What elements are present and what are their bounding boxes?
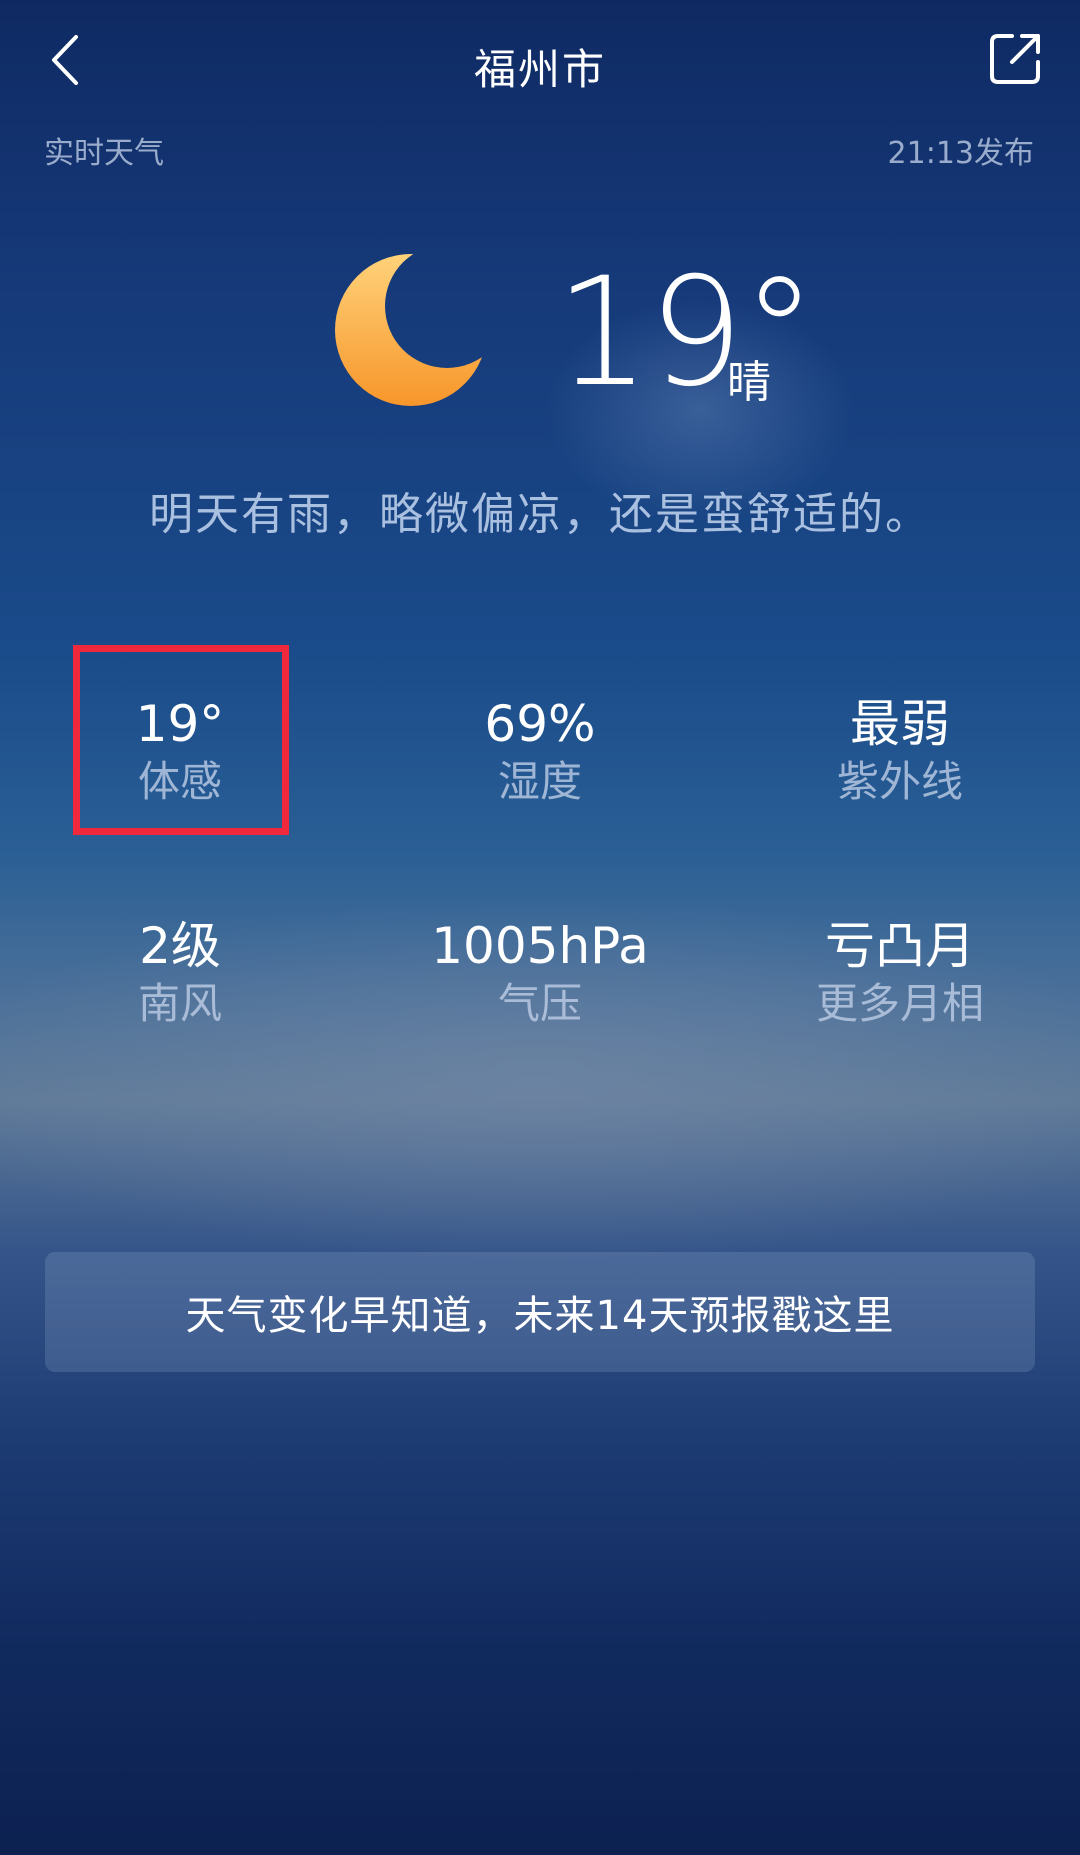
weather-condition: 晴 [727,357,771,408]
metric-value: 亏凸月 [825,917,975,975]
metric-wind: 2级 南风 [30,916,330,1032]
page-title: 福州市 [473,45,606,94]
share-button[interactable] [986,28,1050,92]
moon-icon [335,254,485,406]
metric-pressure: 1005hPa 气压 [390,916,690,1032]
realtime-weather-label: 实时天气 [44,136,164,171]
top-bar: 福州市 [0,0,1080,120]
metric-label: 南风 [137,979,222,1028]
highlight-box [73,645,289,835]
metric-label: 气压 [497,979,582,1028]
metric-label: 紫外线 [836,757,963,806]
forecast-banner-text: 天气变化早知道，未来14天预报戳这里 [185,1293,895,1339]
publish-time: 21:13发布 [887,136,1034,171]
metric-value: 2级 [139,917,221,975]
share-icon [990,34,1040,84]
weather-summary: 明天有雨，略微偏凉，还是蛮舒适的。 [149,489,931,540]
current-temperature: 19° [555,246,817,420]
metric-value: 最弱 [850,695,950,753]
metric-uv: 最弱 紫外线 [750,694,1050,810]
metric-humidity: 69% 湿度 [390,694,690,810]
metric-value: 69% [484,695,596,753]
metric-value: 1005hPa [431,917,649,975]
metric-label: 更多月相 [815,979,984,1028]
metric-label: 湿度 [497,757,582,806]
metric-moon-phase[interactable]: 亏凸月 更多月相 [750,916,1050,1032]
forecast-banner-button[interactable]: 天气变化早知道，未来14天预报戳这里 [45,1252,1035,1372]
